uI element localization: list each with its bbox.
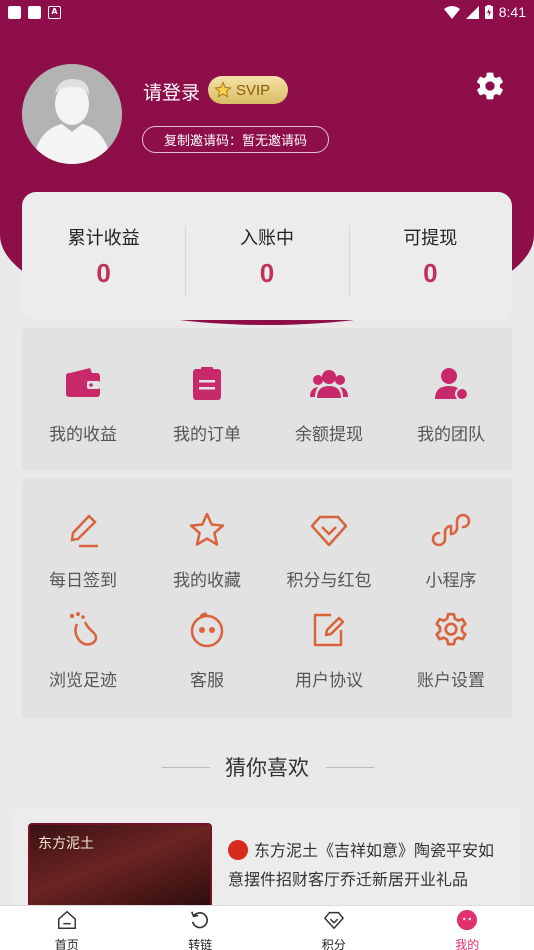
menu-my-team[interactable]: 我的团队 bbox=[390, 364, 512, 445]
group-icon bbox=[310, 370, 348, 398]
menu-label: 积分与红包 bbox=[286, 571, 372, 591]
menu-label: 我的收益 bbox=[49, 425, 117, 445]
star-badge-icon bbox=[214, 81, 232, 98]
menu-label: 余额提现 bbox=[295, 425, 363, 445]
menu-label: 每日签到 bbox=[49, 571, 117, 591]
menu-daily-checkin[interactable]: 每日签到 bbox=[22, 510, 144, 591]
earnings-summary-card: 累计收益 0 入账中 0 可提现 0 bbox=[22, 192, 512, 320]
stat-label: 可提现 bbox=[403, 227, 458, 249]
nav-label: 转链 bbox=[188, 938, 213, 950]
menu-account-settings[interactable]: 账户设置 bbox=[390, 610, 512, 691]
store-badge-icon bbox=[228, 840, 248, 860]
home-icon bbox=[57, 910, 76, 929]
menu-label: 用户协议 bbox=[295, 671, 363, 691]
menu-my-favorites[interactable]: 我的收藏 bbox=[146, 510, 268, 591]
stat-pending[interactable]: 入账中 0 bbox=[185, 224, 348, 296]
menu-customer-service[interactable]: 客服 bbox=[146, 610, 268, 691]
product-image[interactable]: 东方泥土 bbox=[28, 823, 212, 908]
menu-label: 客服 bbox=[190, 671, 224, 691]
svip-badge: SVIP bbox=[208, 76, 288, 104]
copy-invite-code-button[interactable]: 复制邀请码：暂无邀请码 bbox=[142, 126, 329, 153]
pen-icon bbox=[70, 514, 98, 548]
nav-points[interactable]: 积分 bbox=[267, 906, 401, 950]
service-icon bbox=[190, 612, 224, 648]
secondary-menu-card: 每日签到 我的收藏 积分与红包 小程序 浏览足迹 客服 用户协议 账户设置 bbox=[22, 478, 512, 718]
wallet-icon bbox=[66, 368, 100, 397]
settings-button[interactable] bbox=[474, 70, 506, 102]
user-icon bbox=[435, 368, 469, 401]
menu-browse-history[interactable]: 浏览足迹 bbox=[22, 610, 144, 691]
menu-my-earnings[interactable]: 我的收益 bbox=[22, 364, 144, 445]
menu-user-agreement[interactable]: 用户协议 bbox=[268, 610, 390, 691]
nav-mine[interactable]: 我的 bbox=[401, 906, 534, 950]
nav-home[interactable]: 首页 bbox=[0, 906, 134, 950]
status-bar: A 8:41 bbox=[0, 0, 534, 24]
stat-total-earnings[interactable]: 累计收益 0 bbox=[22, 224, 185, 289]
section-title: 猜你喜欢 bbox=[225, 756, 309, 780]
points-icon bbox=[323, 911, 344, 929]
stat-value: 0 bbox=[259, 257, 275, 288]
svip-label: SVIP bbox=[236, 81, 271, 99]
primary-menu-card: 我的收益 我的订单 余额提现 我的团队 bbox=[22, 328, 512, 470]
menu-label: 我的团队 bbox=[417, 425, 485, 445]
product-image-brand: 东方泥土 bbox=[38, 836, 94, 852]
login-link[interactable]: 请登录 bbox=[143, 78, 200, 105]
menu-balance-withdraw[interactable]: 余额提现 bbox=[268, 364, 390, 445]
menu-points-redpacket[interactable]: 积分与红包 bbox=[268, 510, 390, 591]
nav-convert-link[interactable]: 转链 bbox=[134, 906, 268, 950]
stat-label: 累计收益 bbox=[67, 227, 140, 249]
wifi-icon bbox=[443, 5, 460, 19]
menu-label: 浏览足迹 bbox=[49, 671, 117, 691]
menu-mini-program[interactable]: 小程序 bbox=[390, 510, 512, 591]
bottom-nav: 首页 转链 积分 我的 bbox=[0, 905, 534, 950]
diamond-icon bbox=[310, 515, 348, 547]
menu-label: 账户设置 bbox=[417, 671, 485, 691]
nav-label: 首页 bbox=[54, 938, 79, 950]
menu-label: 小程序 bbox=[425, 571, 477, 591]
nav-label: 我的 bbox=[455, 938, 480, 950]
stat-value: 0 bbox=[96, 257, 111, 288]
avatar[interactable] bbox=[22, 64, 122, 164]
footprint-icon bbox=[69, 612, 98, 646]
stat-label: 入账中 bbox=[239, 227, 294, 249]
settings-icon bbox=[435, 612, 467, 646]
battery-icon bbox=[484, 5, 493, 19]
menu-label: 我的收藏 bbox=[173, 571, 241, 591]
menu-label: 我的订单 bbox=[173, 425, 241, 445]
product-title-block[interactable]: 东方泥土《吉祥如意》陶瓷平安如意摆件招财客厅乔迁新居开业礼品 bbox=[228, 836, 508, 894]
product-card[interactable]: 东方泥土 东方泥土《吉祥如意》陶瓷平安如意摆件招财客厅乔迁新居开业礼品 bbox=[14, 808, 520, 908]
product-title: 东方泥土《吉祥如意》陶瓷平安如意摆件招财客厅乔迁新居开业礼品 bbox=[228, 841, 495, 889]
notification-a-icon: A bbox=[48, 5, 61, 19]
divider-line bbox=[326, 767, 374, 768]
notification-icon bbox=[8, 5, 21, 19]
clipboard-icon bbox=[193, 367, 221, 400]
profile-icon bbox=[457, 909, 478, 931]
nav-label: 积分 bbox=[321, 938, 346, 950]
stat-withdrawable[interactable]: 可提现 0 bbox=[348, 224, 512, 296]
menu-my-orders[interactable]: 我的订单 bbox=[146, 364, 268, 445]
refresh-icon bbox=[191, 911, 209, 929]
signal-icon bbox=[465, 5, 479, 19]
status-time: 8:41 bbox=[498, 4, 526, 20]
notification-icon bbox=[28, 5, 41, 19]
star-icon bbox=[189, 512, 225, 546]
agreement-icon bbox=[313, 613, 345, 647]
gear-icon bbox=[477, 72, 503, 100]
invite-code-label: 复制邀请码：暂无邀请码 bbox=[163, 134, 307, 149]
default-avatar-icon bbox=[22, 64, 122, 164]
miniprogram-icon bbox=[431, 513, 471, 547]
stat-value: 0 bbox=[423, 257, 438, 288]
